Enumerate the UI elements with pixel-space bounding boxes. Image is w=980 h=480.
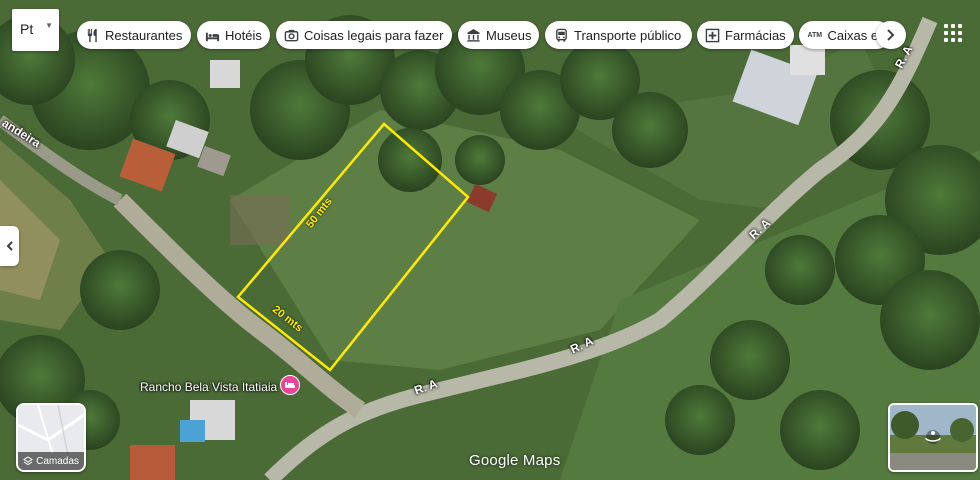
chip-label: Museus	[486, 27, 532, 43]
chevron-down-icon[interactable]: ▼	[45, 21, 53, 30]
atm-icon: ATM	[807, 31, 823, 39]
search-text: Pt	[20, 21, 34, 37]
chip-label: Farmácias	[725, 27, 786, 43]
chevron-left-icon	[6, 241, 13, 251]
chip-label: Transporte público	[574, 27, 682, 43]
apps-grid-icon[interactable]	[940, 20, 964, 44]
chip-hotels[interactable]: Hotéis	[197, 21, 270, 49]
museum-icon	[466, 27, 481, 43]
chip-museums[interactable]: Museus	[458, 21, 539, 49]
poi-label[interactable]: Rancho Bela Vista Itatiaia	[140, 380, 277, 394]
chip-pharmacies[interactable]: Farmácias	[697, 21, 794, 49]
street-view-thumbnail[interactable]	[888, 403, 978, 472]
chip-restaurants[interactable]: Restaurantes	[77, 21, 191, 49]
chip-label: Hotéis	[225, 27, 262, 43]
chip-label: Restaurantes	[105, 27, 183, 43]
hotel-pin-icon[interactable]	[280, 375, 300, 395]
chip-label: Caixas el	[827, 27, 881, 43]
search-box[interactable]: Pt ▼	[12, 9, 59, 51]
chip-things-to-do[interactable]: Coisas legais para fazer	[276, 21, 452, 49]
google-maps-logo: Google Maps	[469, 452, 561, 469]
map-thumbnail	[18, 405, 84, 456]
bed-icon	[205, 27, 220, 43]
chevron-right-icon	[887, 29, 895, 41]
chip-scroll-next-button[interactable]	[876, 21, 906, 49]
chip-public-transport[interactable]: Transporte público	[545, 21, 692, 49]
fork-knife-icon	[85, 27, 100, 43]
pharmacy-icon	[705, 27, 720, 43]
collapse-panel-button[interactable]	[0, 226, 19, 266]
layers-label: Camadas	[36, 455, 79, 467]
rotate-360-icon	[925, 430, 941, 444]
chip-label: Coisas legais para fazer	[304, 27, 444, 43]
layers-button[interactable]: Camadas	[16, 403, 86, 472]
satellite-map[interactable]	[0, 0, 980, 480]
camera-icon	[284, 27, 299, 43]
bus-icon	[553, 27, 569, 43]
layers-icon	[23, 456, 34, 466]
